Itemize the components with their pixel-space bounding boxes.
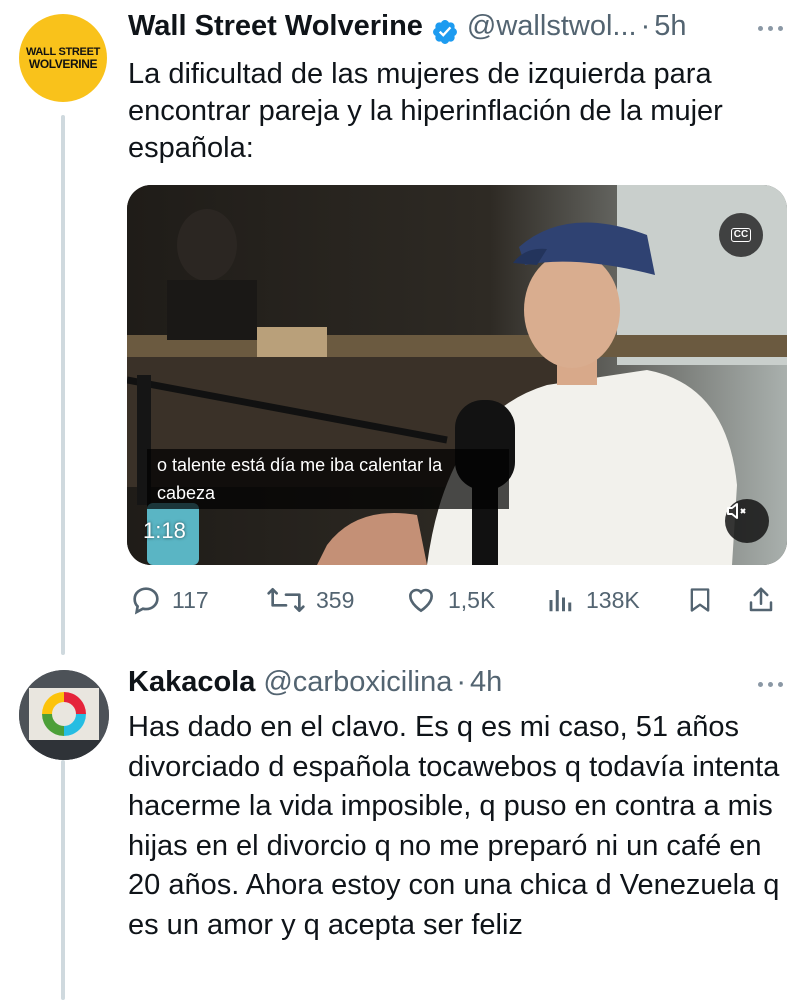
avatar-logo-text: WOLVERINE [28, 56, 98, 71]
captions-icon: CC [730, 228, 752, 242]
reply-timestamp[interactable]: 4h [470, 666, 502, 699]
more-options-icon[interactable] [758, 26, 783, 31]
video-duration: 1:18 [143, 518, 186, 543]
video-player[interactable]: CC o talente está día me iba calentar la… [127, 185, 787, 565]
tweet-header: Wall Street Wolverine @wallstwol... · 5h [128, 10, 687, 50]
like-count: 1,5K [448, 586, 496, 613]
speaker-muted-icon [727, 503, 746, 519]
thread-connector-line [61, 115, 65, 655]
reply-button[interactable]: 117 [130, 583, 209, 617]
like-button[interactable]: 1,5K [404, 583, 495, 617]
verified-badge-icon [432, 20, 457, 44]
separator-dot: · [640, 10, 651, 42]
reply-author-avatar[interactable] [19, 670, 109, 760]
repost-icon [267, 588, 305, 612]
views-button[interactable]: 138K [546, 583, 640, 617]
video-subtitle: o talente está día me iba calentar la ca… [147, 449, 509, 509]
repost-button[interactable]: 359 [266, 583, 354, 617]
separator-dot: · [456, 666, 467, 698]
reply-header: Kakacola @carboxicilina · 4h [128, 666, 502, 706]
reply-count: 117 [172, 586, 209, 613]
more-options-icon[interactable] [758, 682, 783, 687]
bookmark-icon [690, 588, 710, 612]
bookmark-button[interactable] [686, 583, 724, 617]
views-chart-icon [549, 590, 572, 612]
tweet-text: La dificultad de las mujeres de izquierd… [128, 58, 723, 164]
author-avatar[interactable]: WALL STREET WOLVERINE [19, 14, 107, 102]
repost-count: 359 [316, 586, 355, 613]
author-handle[interactable]: @wallstwol... [467, 10, 637, 43]
reply-icon [133, 587, 159, 615]
reply-author-handle[interactable]: @carboxicilina [263, 666, 452, 699]
share-button[interactable] [746, 583, 786, 617]
tweet-actions: 117 359 1,5K 138K [128, 583, 788, 617]
reply-text: Has dado en el clavo. Es q es mi caso, 5… [128, 711, 780, 941]
heart-icon [408, 588, 434, 613]
avatar-logo-text: WALL STREET [25, 45, 101, 58]
author-name[interactable]: Wall Street Wolverine [128, 10, 423, 43]
view-count: 138K [586, 586, 640, 613]
thread-connector-line [61, 760, 65, 1000]
captions-button[interactable]: CC [719, 213, 763, 257]
avatar-photo [19, 670, 109, 760]
tweet-timestamp[interactable]: 5h [654, 10, 686, 43]
share-icon [749, 587, 773, 612]
reply-author-name[interactable]: Kakacola [128, 666, 255, 699]
mute-button[interactable] [725, 499, 769, 543]
